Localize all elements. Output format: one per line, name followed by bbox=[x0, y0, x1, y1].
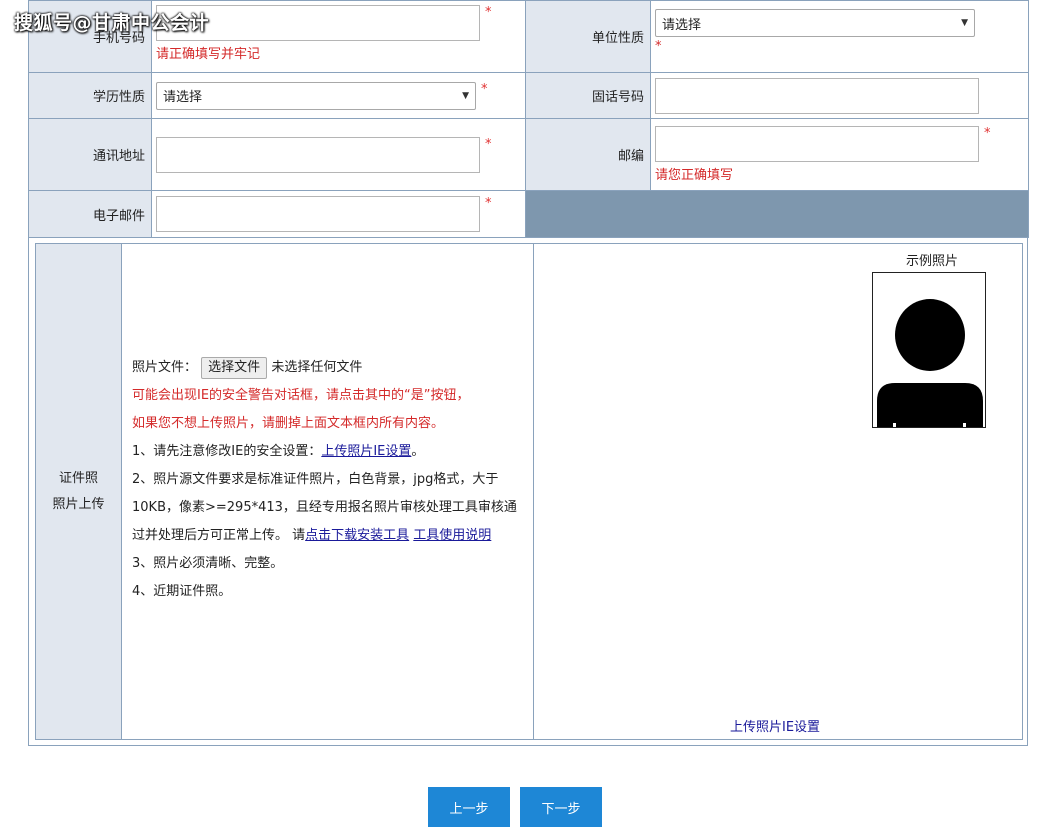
photo-upload-section: 证件照 照片上传 照片文件： 选择文件 未选择任何文件 可能会出现IE的安全警告… bbox=[28, 237, 1028, 746]
ie-warning-line2: 如果您不想上传照片，请删掉上面文本框内所有内容。 bbox=[132, 416, 445, 431]
phone-required-mark: * bbox=[485, 5, 492, 20]
postcode-label-text: 邮编 bbox=[617, 149, 644, 164]
chevron-down-icon: ▼ bbox=[961, 18, 968, 28]
note-1: 1、请先注意修改IE的安全设置：上传照片IE设置。 bbox=[132, 438, 523, 466]
note-1-text: 1、请先注意修改IE的安全设置： bbox=[132, 444, 322, 459]
ie-warning-line1: 可能会出现IE的安全警告对话框，请点击其中的“是”按钮， bbox=[132, 388, 470, 403]
email-input[interactable] bbox=[156, 196, 480, 232]
education-select-value: 请选择 bbox=[163, 90, 203, 105]
landline-label-text: 固话号码 bbox=[591, 90, 644, 105]
address-cell: * bbox=[151, 118, 526, 191]
email-label: 电子邮件 bbox=[28, 190, 152, 238]
email-required-mark: * bbox=[485, 196, 492, 211]
note-4: 4、近期证件照。 bbox=[132, 584, 232, 599]
watermark: 搜狐号@甘肃中公会计 bbox=[14, 12, 210, 34]
address-required-mark: * bbox=[485, 136, 492, 152]
unit-type-required-mark: * bbox=[655, 39, 662, 54]
sample-photo-area: 示例照片 上传照片IE设置 bbox=[534, 244, 1022, 739]
file-row: 照片文件： 选择文件 未选择任何文件 bbox=[132, 354, 523, 382]
postcode-cell: * 请您正确填写 bbox=[650, 118, 1029, 191]
photo-label-line2: 照片上传 bbox=[52, 496, 105, 512]
unit-type-cell: 请选择 ▼ * bbox=[650, 0, 1029, 73]
education-select[interactable]: 请选择 ▼ bbox=[156, 81, 476, 110]
education-required-mark: * bbox=[481, 81, 488, 97]
photo-upload-label: 证件照 照片上传 bbox=[36, 244, 122, 739]
sample-photo bbox=[872, 272, 986, 428]
education-label-text: 学历性质 bbox=[92, 90, 145, 105]
photo-upload-label-text: 证件照 照片上传 bbox=[52, 466, 104, 518]
prev-step-button[interactable]: 上一步 bbox=[428, 787, 510, 827]
postcode-error: 请您正确填写 bbox=[655, 168, 734, 183]
chevron-down-icon: ▼ bbox=[462, 90, 469, 101]
empty-gray-cell bbox=[525, 190, 1029, 238]
landline-label: 固话号码 bbox=[525, 72, 651, 119]
postcode-required-mark: * bbox=[984, 126, 991, 141]
address-label-text: 通讯地址 bbox=[92, 149, 145, 164]
person-silhouette-icon bbox=[877, 299, 983, 427]
unit-type-label-text: 单位性质 bbox=[591, 31, 644, 46]
sample-photo-title: 示例照片 bbox=[905, 254, 958, 269]
postcode-label: 邮编 bbox=[525, 118, 651, 191]
file-label: 照片文件： bbox=[132, 360, 198, 375]
bottom-ie-settings-link[interactable]: 上传照片IE设置 bbox=[730, 716, 820, 735]
education-label: 学历性质 bbox=[28, 72, 152, 119]
landline-cell bbox=[650, 72, 1029, 119]
tool-manual-link[interactable]: 工具使用说明 bbox=[413, 528, 491, 543]
postcode-input[interactable] bbox=[655, 126, 979, 162]
file-status: 未选择任何文件 bbox=[271, 360, 363, 375]
email-cell: * bbox=[151, 190, 526, 238]
photo-upload-inner: 证件照 照片上传 照片文件： 选择文件 未选择任何文件 可能会出现IE的安全警告… bbox=[35, 243, 1023, 740]
unit-type-label: 单位性质 bbox=[525, 0, 651, 73]
photo-instructions: 照片文件： 选择文件 未选择任何文件 可能会出现IE的安全警告对话框，请点击其中… bbox=[122, 244, 534, 739]
landline-input[interactable] bbox=[655, 77, 979, 114]
unit-type-select[interactable]: 请选择 ▼ bbox=[655, 9, 975, 37]
photo-label-line1: 证件照 bbox=[58, 470, 98, 486]
next-step-button[interactable]: 下一步 bbox=[520, 787, 602, 827]
ie-settings-link[interactable]: 上传照片IE设置 bbox=[321, 444, 411, 459]
address-label: 通讯地址 bbox=[28, 118, 152, 191]
unit-type-select-value: 请选择 bbox=[662, 17, 702, 33]
education-cell: 请选择 ▼ * bbox=[151, 72, 526, 119]
choose-file-button[interactable]: 选择文件 bbox=[201, 357, 268, 379]
note-1-suffix: 。 bbox=[411, 444, 425, 459]
phone-error: 请正确填写并牢记 bbox=[156, 47, 261, 62]
note-3: 3、照片必须清晰、完整。 bbox=[132, 556, 284, 571]
download-tool-link[interactable]: 点击下载安装工具 bbox=[305, 528, 409, 543]
email-label-text: 电子邮件 bbox=[92, 208, 145, 224]
registration-form: 手机号码 * 请正确填写并牢记 单位性质 请选择 ▼ * 学历性质 请选择 ▼ * 固… bbox=[28, 0, 1029, 238]
address-input[interactable] bbox=[156, 136, 480, 173]
note-2: 2、照片源文件要求是标准证件照片，白色背景，jpg格式，大于10KB，像素>=2… bbox=[132, 466, 523, 550]
